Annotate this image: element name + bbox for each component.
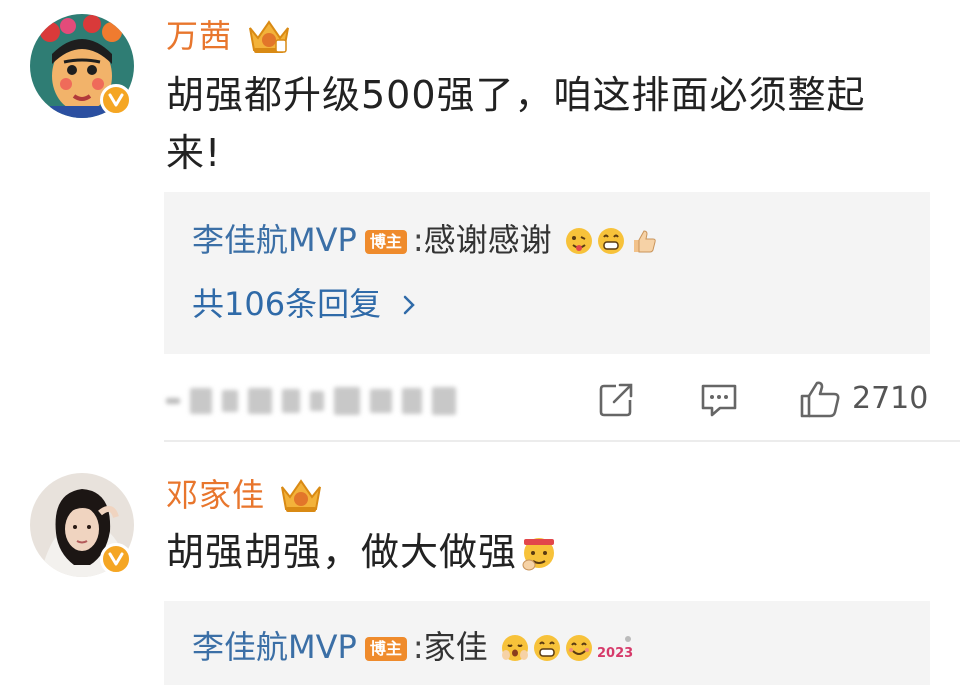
comment-item: 万茜 胡强都升级500强了，咱这排面必须整起来! 李佳航MVP 博主:感谢感谢 共… bbox=[0, 0, 960, 445]
reply-text: 感谢感谢 bbox=[423, 221, 552, 259]
reply-line: 李佳航MVP 博主:家佳 2023 bbox=[192, 627, 636, 667]
reply-box[interactable]: 李佳航MVP 博主:感谢感谢 共106条回复 bbox=[164, 192, 930, 354]
more-replies-label: 共106条回复 bbox=[192, 285, 382, 323]
bozhu-badge: 博主 bbox=[364, 230, 407, 254]
comment-author[interactable]: 万茜 bbox=[166, 16, 232, 56]
comment-meta-blurred bbox=[166, 384, 456, 418]
svg-text:2023: 2023 bbox=[597, 646, 633, 661]
comment-divider bbox=[164, 440, 960, 442]
like-count: 2710 bbox=[852, 381, 929, 416]
shy-emoji-icon bbox=[501, 635, 528, 661]
verified-badge-icon bbox=[100, 543, 132, 575]
fist-bump-emoji-icon bbox=[522, 538, 555, 571]
chevron-right-icon bbox=[404, 295, 416, 315]
2023-emoji-icon: 2023 bbox=[597, 636, 633, 661]
more-replies-link[interactable]: 共106条回复 bbox=[192, 284, 419, 324]
reply-box[interactable]: 李佳航MVP 博主:家佳 2023 bbox=[164, 601, 930, 685]
reply-author[interactable]: 李佳航MVP bbox=[192, 221, 357, 259]
reply-line: 李佳航MVP 博主:感谢感谢 bbox=[192, 220, 658, 260]
share-icon bbox=[599, 383, 633, 417]
comment-text: 胡强都升级500强了，咱这排面必须整起来! bbox=[166, 73, 866, 175]
comment-text: 胡强胡强，做大做强 bbox=[166, 523, 906, 581]
comment-text-content: 胡强胡强，做大做强 bbox=[166, 530, 518, 574]
reply-separator: : bbox=[412, 628, 424, 666]
comment-item: 邓家佳 胡强胡强，做大做强 李佳航MVP 博主:家佳 2023 bbox=[0, 445, 960, 685]
tongue-emoji-icon bbox=[565, 228, 592, 254]
crown-icon bbox=[249, 20, 289, 53]
verified-badge-icon bbox=[100, 84, 132, 116]
bozhu-badge: 博主 bbox=[364, 637, 407, 661]
share-button[interactable] bbox=[596, 380, 636, 420]
reply-author[interactable]: 李佳航MVP bbox=[192, 628, 357, 666]
smile-emoji-icon bbox=[565, 635, 592, 661]
comment-author[interactable]: 邓家佳 bbox=[166, 475, 265, 515]
reply-text: 家佳 bbox=[423, 628, 488, 666]
comment-button[interactable] bbox=[698, 380, 740, 420]
comment-icon bbox=[701, 384, 737, 417]
reply-separator: : bbox=[412, 221, 424, 259]
like-button[interactable]: 2710 bbox=[798, 378, 928, 420]
thumbs-up-emoji-icon bbox=[633, 230, 656, 253]
like-icon bbox=[800, 381, 840, 418]
grin-emoji-icon bbox=[597, 228, 624, 254]
grin-emoji-icon bbox=[533, 635, 560, 661]
crown-icon bbox=[281, 479, 321, 512]
